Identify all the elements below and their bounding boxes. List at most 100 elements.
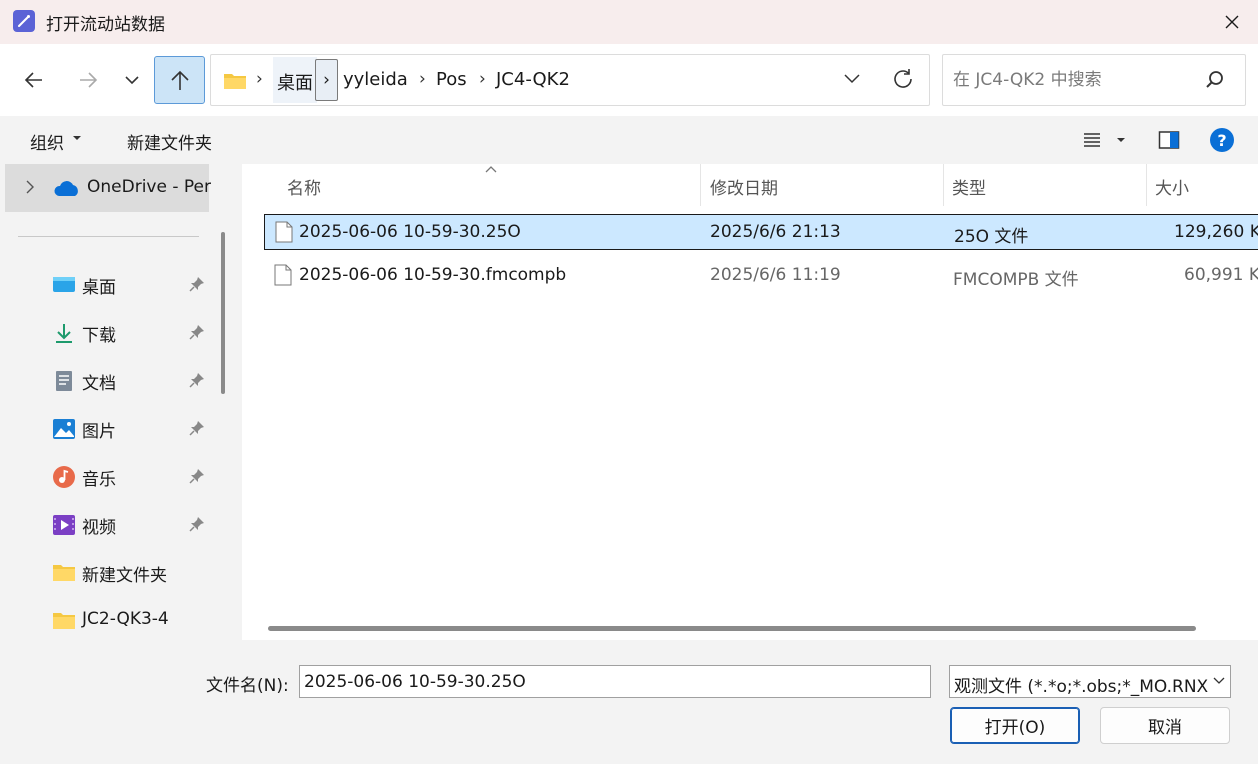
search-icon[interactable]: [1205, 70, 1225, 90]
horizontal-scrollbar[interactable]: [268, 626, 1196, 631]
pictures-icon: [53, 419, 75, 439]
list-view-icon[interactable]: [1082, 130, 1102, 150]
video-icon: [53, 515, 75, 535]
chevron-right-icon[interactable]: [25, 180, 35, 194]
sidebar-item-onedrive[interactable]: OneDrive - Per: [5, 164, 211, 212]
sidebar-item-jc2-qk3-4[interactable]: JC2-QK3-4: [0, 597, 210, 640]
pin-icon[interactable]: [189, 324, 205, 340]
sidebar-item-label: 新建文件夹: [82, 566, 167, 586]
up-button[interactable]: [154, 56, 205, 104]
pin-icon[interactable]: [189, 420, 205, 436]
file-name: 2025-06-06 10-59-30.25O: [299, 222, 521, 242]
breadcrumb-separator: ›: [479, 69, 486, 89]
file-type-filter[interactable]: 观测文件 (*.*o;*.obs;*_MO.RNX): [949, 665, 1231, 698]
column-divider[interactable]: [943, 164, 944, 206]
column-header-size[interactable]: 大小: [1155, 174, 1189, 199]
sidebar-item-new-folder[interactable]: 新建文件夹: [0, 549, 210, 597]
column-header-name[interactable]: 名称: [287, 174, 321, 199]
sidebar-item-label: 桌面: [82, 278, 116, 298]
column-divider[interactable]: [1146, 164, 1147, 206]
navigation-pane: OneDrive - Per 桌面 下载 文档 图片 音乐 视频 新建文件夹 J…: [0, 164, 238, 640]
command-bar: 组织 新建文件夹 ?: [0, 116, 1258, 164]
navigation-bar: › 桌面 › yyleida › Pos › JC4-QK2: [0, 44, 1258, 116]
file-size: 129,260 K: [1174, 222, 1258, 242]
sidebar-item-documents[interactable]: 文档: [0, 357, 210, 405]
search-input[interactable]: [943, 55, 1203, 105]
arrow-right-icon: [80, 72, 98, 88]
folder-icon: [224, 74, 246, 89]
sidebar-item-label: 文档: [82, 374, 116, 394]
onedrive-cloud-icon: [54, 181, 78, 196]
chevron-down-icon[interactable]: [1212, 676, 1226, 686]
back-button[interactable]: [14, 56, 54, 104]
sidebar-divider: [18, 236, 199, 237]
music-icon: [53, 466, 75, 488]
sidebar-item-label: 图片: [82, 422, 116, 442]
file-list: 名称 修改日期 类型 大小 2025-06-06 10-59-30.25O 20…: [242, 164, 1258, 640]
sidebar-item-pictures[interactable]: 图片: [0, 405, 210, 453]
file-row[interactable]: 2025-06-06 10-59-30.fmcompb 2025/6/6 11:…: [264, 258, 1258, 294]
file-type-filter-value: 观测文件 (*.*o;*.obs;*_MO.RNX): [954, 677, 1208, 697]
pin-icon[interactable]: [189, 372, 205, 388]
sidebar-item-desktop[interactable]: 桌面: [0, 261, 210, 309]
file-type: 25O 文件: [954, 227, 1029, 247]
app-icon: [13, 10, 35, 32]
sidebar-item-music[interactable]: 音乐: [0, 453, 210, 501]
close-button[interactable]: [1212, 6, 1252, 38]
document-icon: [56, 371, 72, 391]
sidebar-item-downloads[interactable]: 下载: [0, 309, 210, 357]
sidebar-item-videos[interactable]: 视频: [0, 501, 210, 549]
caret-down-icon[interactable]: [1116, 136, 1126, 144]
file-icon: [275, 221, 293, 243]
pin-icon[interactable]: [189, 516, 205, 532]
chevron-down-icon: [125, 76, 139, 85]
pin-icon[interactable]: [189, 276, 205, 292]
preview-pane-icon[interactable]: [1158, 130, 1180, 150]
column-header-modified[interactable]: 修改日期: [710, 174, 778, 199]
forward-button[interactable]: [68, 56, 108, 104]
chevron-down-icon[interactable]: [843, 69, 861, 87]
column-divider[interactable]: [700, 164, 701, 206]
folder-icon: [53, 565, 75, 581]
download-icon: [56, 324, 72, 343]
sidebar-scrollbar[interactable]: [221, 232, 225, 394]
sidebar-item-label: JC2-QK3-4: [82, 609, 169, 629]
sidebar-item-label: 音乐: [82, 470, 116, 490]
sidebar-item-label: OneDrive - Per: [87, 177, 211, 197]
arrow-left-icon: [24, 72, 42, 88]
folder-icon: [53, 613, 75, 629]
title-bar: 打开流动站数据: [0, 0, 1258, 44]
sidebar-item-label: 下载: [82, 326, 116, 346]
breadcrumb-separator: ›: [256, 69, 263, 89]
breadcrumb-expand-button[interactable]: ›: [315, 59, 338, 101]
file-modified: 2025/6/6 21:13: [710, 222, 841, 242]
caret-down-icon: [73, 136, 81, 140]
file-type: FMCOMPB 文件: [953, 270, 1079, 290]
filename-label: 文件名(N):: [206, 676, 289, 696]
address-bar[interactable]: › 桌面 › yyleida › Pos › JC4-QK2: [210, 54, 930, 106]
filename-input[interactable]: [300, 666, 900, 697]
column-header-type[interactable]: 类型: [952, 174, 986, 199]
breadcrumb-desktop[interactable]: 桌面: [273, 57, 317, 103]
cancel-button[interactable]: 取消: [1100, 707, 1230, 744]
file-modified: 2025/6/6 11:19: [710, 265, 841, 285]
filename-combobox[interactable]: [299, 665, 1223, 698]
file-size: 60,991 K: [1184, 265, 1258, 285]
recent-locations-button[interactable]: [116, 56, 148, 104]
sidebar-item-label: 视频: [82, 518, 116, 538]
open-button[interactable]: 打开(O): [950, 707, 1080, 744]
new-folder-button[interactable]: 新建文件夹: [127, 129, 212, 154]
organize-button[interactable]: 组织: [30, 129, 64, 154]
breadcrumb-pos[interactable]: Pos: [436, 69, 467, 90]
pin-icon[interactable]: [189, 468, 205, 484]
breadcrumb-yyleida[interactable]: yyleida: [343, 69, 408, 90]
search-box[interactable]: [942, 54, 1246, 106]
file-row[interactable]: 2025-06-06 10-59-30.25O 2025/6/6 21:13 2…: [264, 214, 1258, 250]
desktop-icon: [53, 277, 75, 292]
file-name: 2025-06-06 10-59-30.fmcompb: [299, 265, 567, 285]
help-icon[interactable]: ?: [1210, 128, 1234, 152]
refresh-icon[interactable]: [891, 67, 915, 91]
sort-ascending-icon: [485, 166, 497, 173]
breadcrumb-jc4-qk2[interactable]: JC4-QK2: [496, 69, 570, 90]
window-title: 打开流动站数据: [46, 15, 165, 35]
